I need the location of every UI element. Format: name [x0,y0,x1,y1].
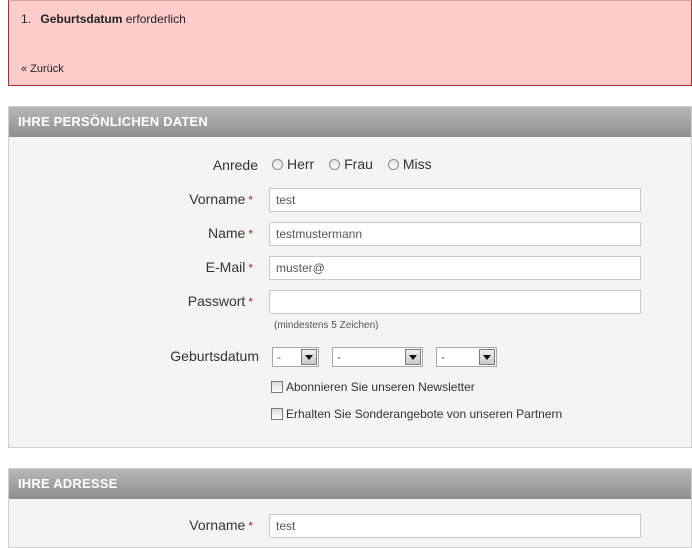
firstname-label: Vorname * [189,191,253,207]
birthdate-day-select[interactable]: - [272,347,319,367]
personal-data-section: IHRE PERSÖNLICHEN DATEN Anrede Herr Frau… [8,106,692,448]
lastname-row: Name * [9,222,691,246]
error-item: 1. Geburtsdatum erforderlich [21,12,186,26]
newsletter-checkbox-row[interactable]: Abonnieren Sie unseren Newsletter [271,380,475,394]
newsletter-checkbox[interactable] [271,381,283,393]
salutation-row: Anrede Herr Frau Miss [9,154,691,178]
required-marker: * [248,193,253,207]
error-message-box: 1. Geburtsdatum erforderlich « Zurück [8,0,692,86]
birthdate-label: Geburtsdatum [170,348,259,364]
partner-offers-checkbox[interactable] [271,408,283,420]
chevron-down-icon [479,349,495,365]
password-label: Passwort * [187,293,253,309]
personal-data-header: IHRE PERSÖNLICHEN DATEN [9,107,691,137]
salutation-option-miss[interactable]: Miss [387,156,432,172]
partner-offers-checkbox-row[interactable]: Erhalten Sie Sonderangebote von unseren … [271,407,562,421]
required-marker: * [248,519,253,533]
salutation-option-frau[interactable]: Frau [329,156,373,172]
address-firstname-row: Vorname * [9,514,691,538]
newsletter-label: Abonnieren Sie unseren Newsletter [286,380,475,394]
salutation-radio-group: Herr Frau Miss [272,156,443,172]
address-section: IHRE ADRESSE Vorname * [8,468,692,548]
email-label: E-Mail * [205,259,253,275]
firstname-input[interactable] [269,188,641,212]
radio-button[interactable] [329,159,341,170]
back-link[interactable]: « Zurück [21,63,64,75]
firstname-row: Vorname * [9,188,691,212]
required-marker: * [248,261,253,275]
salutation-label: Anrede [212,157,258,173]
chevron-down-icon [301,349,317,365]
email-row: E-Mail * [9,256,691,280]
error-field: Geburtsdatum [40,12,123,26]
partner-offers-label: Erhalten Sie Sonderangebote von unseren … [286,407,563,421]
error-number: 1. [21,12,32,26]
password-input[interactable] [269,290,641,314]
salutation-option-herr[interactable]: Herr [272,156,314,172]
birthdate-year-select[interactable]: - [436,347,497,367]
required-marker: * [248,295,253,309]
address-firstname-label: Vorname * [189,517,253,533]
birthdate-month-select[interactable]: - [332,347,423,367]
radio-button[interactable] [387,159,399,170]
radio-button[interactable] [272,159,283,170]
error-text: erforderlich [125,12,186,26]
password-row: Passwort * [9,290,691,314]
chevron-down-icon [405,349,421,365]
lastname-label: Name * [207,225,253,241]
birthdate-row: Geburtsdatum - - - [9,347,691,371]
email-input[interactable] [269,256,641,280]
address-header: IHRE ADRESSE [9,469,691,499]
password-hint: (mindestens 5 Zeichen) [274,320,379,331]
lastname-input[interactable] [269,222,641,246]
address-firstname-input[interactable] [269,514,641,538]
required-marker: * [248,227,253,241]
